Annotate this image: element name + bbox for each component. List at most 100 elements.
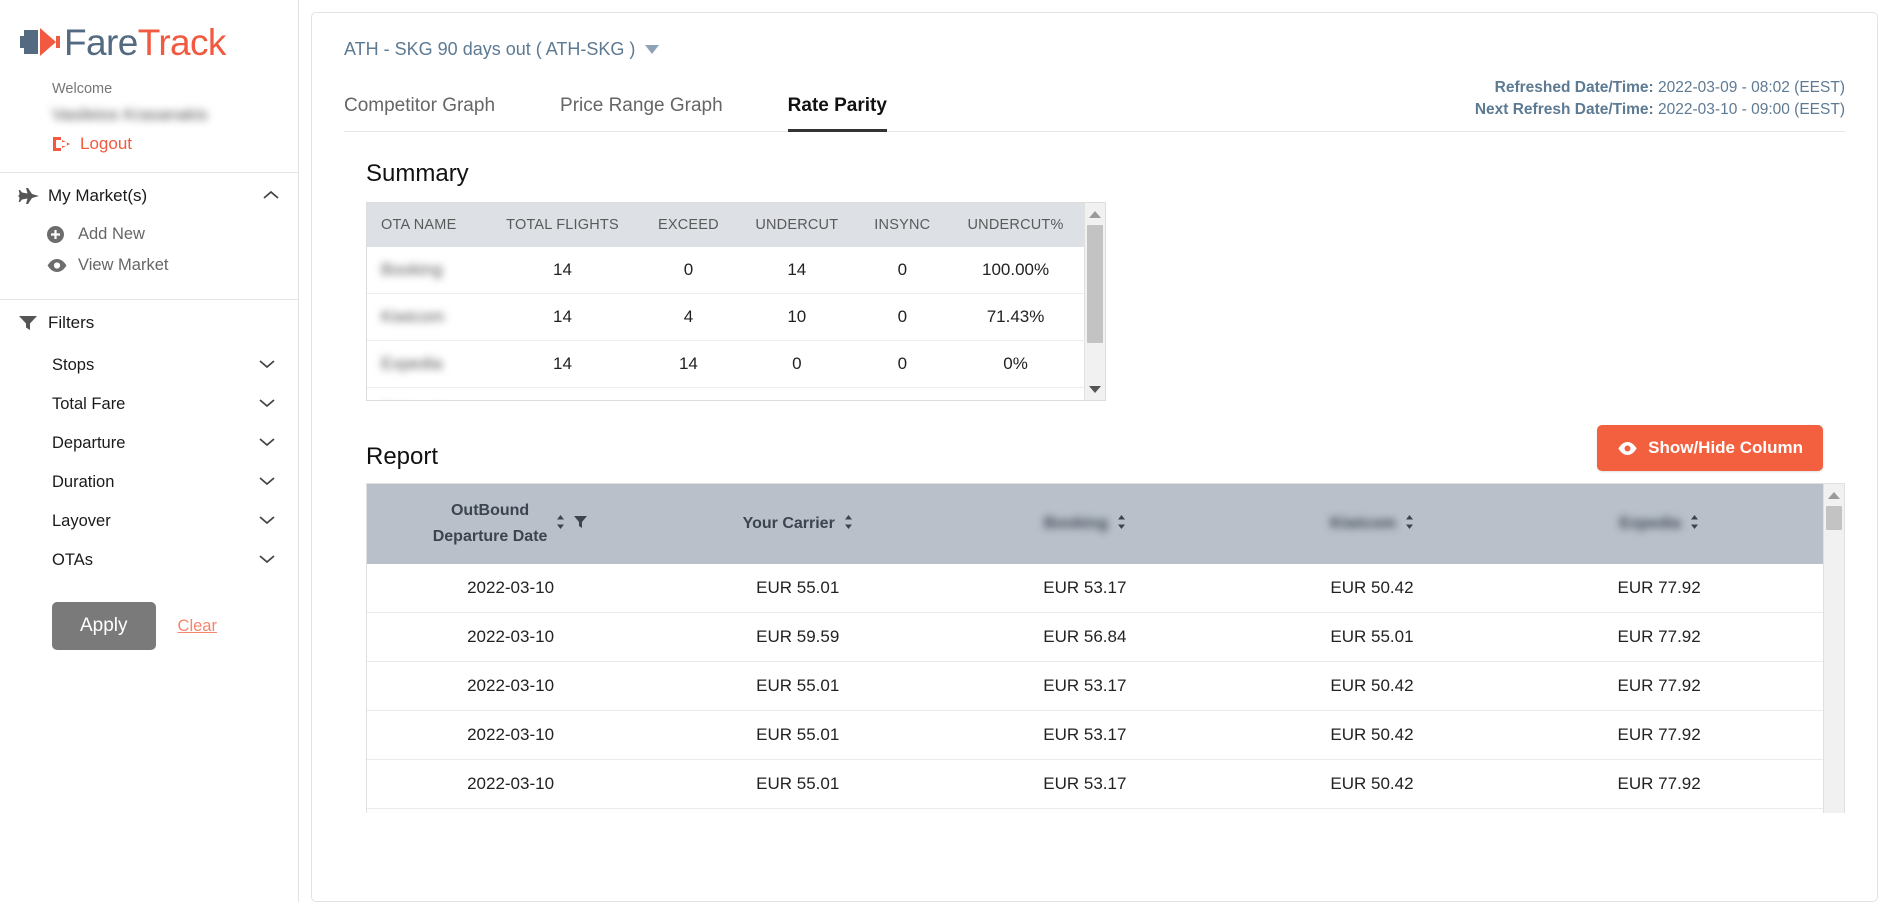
sort-icon[interactable]	[1116, 514, 1126, 535]
logout-icon	[53, 137, 70, 151]
report-cell-carrier: EUR 55.01	[654, 564, 942, 613]
scroll-down-arrow-icon[interactable]	[1085, 380, 1105, 398]
filter-item-layover[interactable]: Layover	[0, 502, 298, 541]
refreshed-label: Refreshed Date/Time:	[1494, 79, 1654, 96]
market-selector-label: ATH - SKG 90 days out ( ATH-SKG )	[344, 39, 636, 59]
main-content: ATH - SKG 90 days out ( ATH-SKG ) Compet…	[299, 0, 1894, 902]
report-cell-ota: EUR 56.84	[941, 612, 1229, 662]
sort-icon[interactable]	[1689, 514, 1699, 535]
sidebar-item-view-market[interactable]: View Market	[0, 250, 298, 281]
report-cell-ota: EUR 77.92	[1515, 710, 1803, 760]
page-card: ATH - SKG 90 days out ( ATH-SKG ) Compet…	[311, 12, 1878, 902]
summary-col-undercut: UNDERCUT	[736, 203, 858, 247]
report-col-ota-2[interactable]: Kiwicom	[1228, 484, 1516, 564]
sort-icon[interactable]	[555, 514, 565, 535]
scrollbar-thumb[interactable]	[1087, 225, 1103, 343]
chevron-down-icon[interactable]	[258, 395, 276, 414]
summary-col-undercut-pct: UNDERCUT%	[947, 203, 1084, 247]
summary-table-body: Booking 14 0 14 0 100.00% Kiwicom 14 4 1…	[367, 247, 1084, 400]
summary-cell-exceed: 0	[640, 247, 737, 294]
report-cell-ota: EUR 53.17	[941, 661, 1229, 711]
next-refresh-value: 2022-03-10 - 09:00 (EEST)	[1658, 101, 1845, 118]
chevron-down-icon[interactable]	[258, 473, 276, 492]
report-col-label: OutBound Departure Date	[432, 502, 548, 545]
report-cell-ota: EUR 53.17	[941, 759, 1229, 809]
report-table-scroll: OutBound Departure Date Your Carrier Boo…	[367, 484, 1823, 813]
filter-item-duration[interactable]: Duration	[0, 463, 298, 502]
sidebar-item-my-markets[interactable]: My Market(s)	[0, 173, 298, 219]
market-selector-dropdown[interactable]: ATH - SKG 90 days out ( ATH-SKG )	[344, 39, 660, 60]
summary-cell-ota: Gotogate	[367, 387, 485, 400]
chevron-up-icon[interactable]	[262, 186, 280, 206]
sidebar-item-add-new[interactable]: Add New	[0, 219, 298, 250]
apply-button[interactable]: Apply	[52, 602, 156, 650]
filter-item-stops[interactable]: Stops	[0, 346, 298, 385]
tab-competitor-graph[interactable]: Competitor Graph	[344, 95, 495, 131]
summary-cell-insync: 0	[857, 247, 948, 294]
summary-cell-total-flights: 14	[484, 340, 641, 388]
app-logo[interactable]: FareTrack	[0, 0, 298, 62]
report-cell-ota: EUR 56.84	[1802, 612, 1823, 662]
eye-icon	[1618, 441, 1637, 455]
chevron-down-icon[interactable]	[258, 512, 276, 531]
logo-text-track: Track	[137, 21, 227, 63]
next-refresh-label: Next Refresh Date/Time:	[1474, 101, 1654, 118]
scroll-up-arrow-icon[interactable]	[1085, 205, 1105, 223]
chevron-down-icon[interactable]	[258, 356, 276, 375]
report-cell-carrier: EUR 63.26	[654, 808, 942, 813]
report-col-label: Expedia	[1619, 515, 1681, 532]
chevron-down-icon[interactable]	[258, 551, 276, 570]
filter-icon	[18, 314, 48, 332]
filter-item-total-fare[interactable]: Total Fare	[0, 385, 298, 424]
table-row: Booking 14 0 14 0 100.00%	[367, 247, 1084, 294]
summary-cell-exceed: 4	[640, 293, 737, 341]
summary-col-total-flights: TOTAL FLIGHTS	[484, 203, 641, 247]
refreshed-datetime-row: Refreshed Date/Time: 2022-03-09 - 08:02 …	[1475, 77, 1845, 99]
report-table-body: 2022-03-10 EUR 55.01 EUR 53.17 EUR 50.42…	[367, 564, 1823, 813]
report-cell-ota: EUR 77.92	[1515, 612, 1803, 662]
report-cell-ota	[941, 808, 1229, 813]
summary-cell-total-flights: 14	[484, 293, 641, 341]
report-col-ota-1[interactable]: Booking	[941, 484, 1229, 564]
filter-actions: Apply Clear	[0, 580, 298, 650]
filter-icon[interactable]	[573, 514, 588, 534]
logout-button[interactable]: Logout	[0, 128, 298, 154]
tab-rate-parity[interactable]: Rate Parity	[787, 95, 888, 132]
summary-table-header: OTA NAME TOTAL FLIGHTS EXCEED UNDERCUT I…	[367, 203, 1084, 247]
report-cell-carrier: EUR 59.59	[654, 612, 942, 662]
clear-link[interactable]: Clear	[178, 617, 217, 636]
tab-price-range-graph[interactable]: Price Range Graph	[560, 95, 723, 131]
scroll-up-arrow-icon[interactable]	[1824, 486, 1844, 504]
scrollbar-thumb[interactable]	[1826, 506, 1842, 530]
eye-icon	[46, 258, 78, 273]
logo-text: FareTrack	[64, 24, 226, 61]
report-col-ota-4[interactable]: Gotogate	[1802, 484, 1823, 564]
filter-item-otas[interactable]: OTAs	[0, 541, 298, 580]
my-markets-label: My Market(s)	[48, 186, 148, 205]
summary-cell-undercut-pct: 71.43%	[947, 293, 1084, 341]
sort-icon[interactable]	[843, 514, 853, 535]
report-cell-ota: EUR 53.17	[941, 710, 1229, 760]
sidebar: FareTrack Welcome Vasileios Krasanakis L…	[0, 0, 299, 902]
filters-label: Filters	[48, 313, 95, 332]
report-table-container: OutBound Departure Date Your Carrier Boo…	[366, 483, 1845, 813]
summary-cell-undercut-pct: 100.00%	[947, 247, 1084, 294]
sort-icon[interactable]	[1404, 514, 1414, 535]
sidebar-item-filters[interactable]: Filters	[0, 300, 298, 346]
summary-cell-total-flights: 14	[484, 247, 641, 294]
report-table: OutBound Departure Date Your Carrier Boo…	[367, 484, 1823, 813]
report-col-outbound-departure-date[interactable]: OutBound Departure Date	[367, 484, 655, 564]
report-col-ota-3[interactable]: Expedia	[1515, 484, 1803, 564]
add-new-label: Add New	[78, 225, 145, 243]
report-cell-carrier: EUR 55.01	[654, 661, 942, 711]
show-hide-column-button[interactable]: Show/Hide Column	[1597, 425, 1823, 471]
chevron-down-icon[interactable]	[258, 434, 276, 453]
summary-vertical-scrollbar[interactable]	[1084, 203, 1105, 400]
summary-col-insync: INSYNC	[857, 203, 948, 247]
report-col-your-carrier[interactable]: Your Carrier	[654, 484, 942, 564]
show-hide-column-label: Show/Hide Column	[1648, 438, 1803, 457]
filter-item-departure[interactable]: Departure	[0, 424, 298, 463]
summary-title: Summary	[366, 160, 469, 187]
table-row: 2022-03-10 EUR 59.59 EUR 56.84 EUR 55.01…	[367, 612, 1823, 662]
report-vertical-scrollbar[interactable]	[1823, 484, 1844, 813]
